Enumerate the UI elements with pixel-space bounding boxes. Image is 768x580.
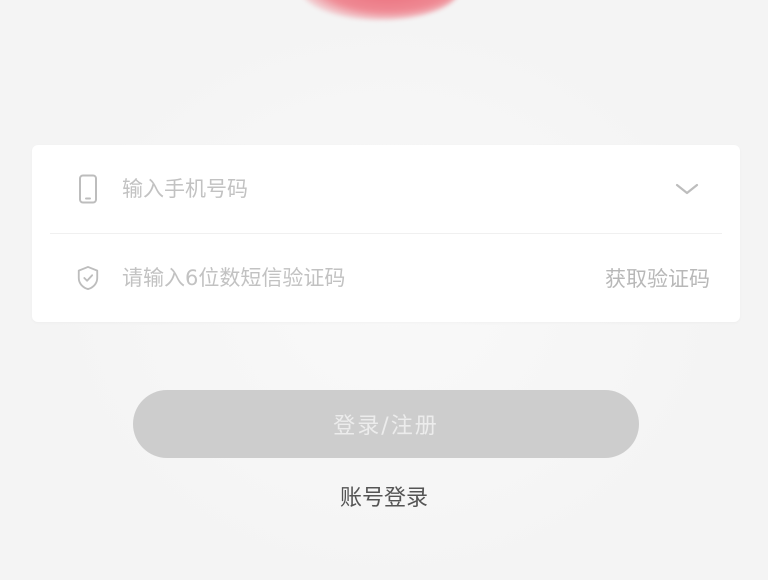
phone-icon [76, 174, 100, 204]
get-code-button[interactable]: 获取验证码 [605, 263, 710, 293]
login-register-button[interactable]: 登录/注册 [133, 390, 639, 458]
shield-icon [76, 263, 100, 293]
phone-input[interactable] [120, 168, 564, 210]
verification-code-input[interactable] [120, 257, 564, 299]
account-login-link[interactable]: 账号登录 [0, 480, 768, 512]
login-form-card: 获取验证码 [32, 145, 740, 322]
phone-row [32, 145, 740, 233]
logo-icon [300, 0, 460, 20]
verification-code-row: 获取验证码 [32, 234, 740, 322]
chevron-down-icon[interactable] [672, 179, 702, 199]
